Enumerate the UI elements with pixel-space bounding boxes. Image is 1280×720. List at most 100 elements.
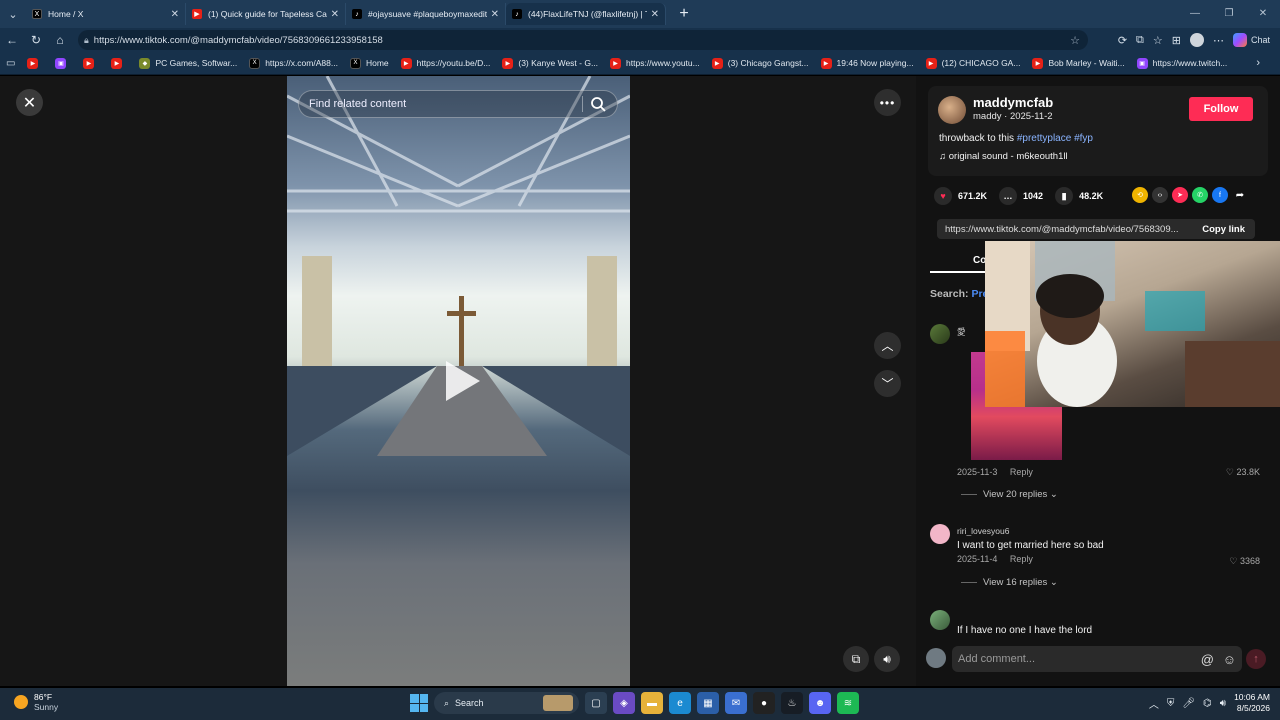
author-avatar[interactable] [938, 96, 966, 124]
copy-link-field[interactable]: https://www.tiktok.com/@maddymcfab/video… [937, 219, 1255, 239]
copilot-chat-button[interactable]: Chat [1232, 33, 1270, 47]
volume-icon[interactable]: 🔊︎ [874, 646, 900, 672]
music-link[interactable]: ♫ original sound - m6keouth1ll [939, 151, 1068, 162]
refresh-icon[interactable]: ↻ [24, 33, 48, 47]
repost-icon[interactable]: ⟲ [1132, 187, 1148, 203]
bookmark-item[interactable]: X Home [349, 57, 389, 69]
comment-avatar[interactable] [930, 324, 950, 344]
close-tab-icon[interactable]: ✕ [491, 9, 499, 20]
bookmark-item[interactable]: ▶ https://www.youtu... [610, 57, 700, 69]
miniplayer-icon[interactable]: ⧉ [843, 646, 869, 672]
spotify-icon[interactable]: ≋ [837, 692, 859, 714]
file-explorer-icon[interactable]: ▬ [641, 692, 663, 714]
steam-icon[interactable]: ♨ [781, 692, 803, 714]
taskbar-search[interactable]: ⌕ Search [434, 692, 579, 714]
related-search[interactable]: Search: Pre [930, 288, 988, 300]
extensions-icon[interactable]: ⟳ [1118, 34, 1127, 47]
profile-avatar[interactable] [1189, 33, 1204, 47]
tab-actions-menu-icon[interactable]: ⌄ [0, 0, 26, 28]
tab-youtube-guide[interactable]: ▶ (1) Quick guide for Tapeless Camcorder… [186, 3, 346, 25]
close-window-icon[interactable]: ✕ [1246, 0, 1280, 28]
bookmark-item[interactable]: ▶ Bob Marley - Waiti... [1032, 57, 1125, 69]
media-app-icon[interactable]: ● [753, 692, 775, 714]
favorite-star-icon[interactable]: ☆ [1070, 34, 1080, 47]
microphone-icon[interactable]: 🎤︎ [1182, 698, 1195, 709]
view-replies-button[interactable]: View 16 replies ⌄ [961, 577, 1058, 588]
comment-input[interactable]: Add comment... @ ☺ [952, 646, 1242, 672]
weather-widget[interactable]: 86°F Sunny [14, 692, 58, 712]
bookmark-item[interactable]: ▶ 19:46 Now playing... [820, 57, 914, 69]
bookmark-item[interactable]: ▣ [55, 57, 71, 69]
comment-avatar[interactable] [930, 610, 950, 630]
bookmark-item[interactable]: ▶ (12) CHICAGO GA... [925, 57, 1020, 69]
bookmark-item[interactable]: ▶ [111, 57, 127, 69]
reply-button[interactable]: Reply [1010, 554, 1033, 564]
view-replies-button[interactable]: View 20 replies ⌄ [961, 489, 1058, 500]
bookmark-reading-list[interactable]: ▭ [6, 58, 15, 69]
more-options-icon[interactable]: ••• [874, 89, 901, 116]
bookmark-item[interactable]: ▶ https://youtu.be/D... [400, 57, 490, 69]
comment-username[interactable]: 愛 [957, 326, 966, 338]
more-menu-icon[interactable]: ⋯ [1213, 34, 1224, 47]
show-hidden-icons[interactable]: ︿ [1149, 696, 1159, 711]
close-tab-icon[interactable]: ✕ [171, 9, 179, 20]
maximize-icon[interactable]: ❐ [1212, 0, 1246, 28]
whatsapp-icon[interactable]: ✆ [1192, 187, 1208, 203]
clock[interactable]: 10:06 AM 8/5/2026 [1234, 692, 1270, 714]
tab-home-x[interactable]: X Home / X ✕ [26, 3, 186, 25]
chevron-down-icon[interactable]: ﹀ [874, 370, 901, 397]
hashtag-link[interactable]: #fyp [1074, 133, 1093, 144]
favorites-icon[interactable]: ☆ [1153, 34, 1163, 47]
close-icon[interactable]: ✕ [16, 89, 43, 116]
volume-tray-icon[interactable]: 🔊︎ [1220, 698, 1226, 709]
security-icon[interactable]: ⛨ [1167, 698, 1175, 709]
close-tab-icon[interactable]: ✕ [651, 9, 659, 20]
collections-icon[interactable]: ⊞ [1172, 34, 1181, 47]
embed-icon[interactable]: ‹› [1152, 187, 1168, 203]
network-icon[interactable]: ⌬ [1203, 698, 1212, 709]
bookmark-item[interactable]: Xhttps://x.com/A88... [249, 57, 338, 69]
chevron-up-icon[interactable]: ︿ [874, 332, 901, 359]
share-arrow-icon[interactable]: ➦ [1232, 187, 1248, 203]
chevron-right-icon[interactable]: › [1256, 57, 1260, 69]
store-icon[interactable]: ▦ [697, 692, 719, 714]
copilot-app-icon[interactable]: ◈ [613, 692, 635, 714]
facebook-icon[interactable]: f [1212, 187, 1228, 203]
reply-button[interactable]: Reply [1010, 467, 1033, 477]
emoji-icon[interactable]: ☺ [1223, 652, 1236, 667]
bookmark-item[interactable]: ◆ PC Games, Softwar... [139, 57, 237, 69]
bookmark-item[interactable]: ▶ [27, 57, 43, 69]
new-tab-button[interactable]: + [674, 5, 694, 23]
search-icon[interactable] [589, 95, 607, 113]
like-button[interactable]: ♥ 671.2K [934, 187, 987, 205]
minimize-icon[interactable]: — [1178, 0, 1212, 28]
bookmark-item[interactable]: ▶ (3) Chicago Gangst... [711, 57, 809, 69]
windows-start-icon[interactable] [410, 694, 428, 712]
video-search-field[interactable]: Find related content [298, 90, 618, 118]
bookmark-item[interactable]: ▣ https://www.twitch... [1136, 57, 1227, 69]
edge-browser-icon[interactable]: e [669, 692, 691, 714]
back-icon[interactable]: ← [0, 33, 24, 47]
comment-avatar[interactable] [930, 524, 950, 544]
video-player[interactable]: Find related content [287, 76, 630, 686]
comment-like-button[interactable]: ♡ 3368 [1229, 556, 1260, 567]
split-screen-icon[interactable]: ⧉ [1136, 34, 1144, 47]
url-field[interactable]: 🔒︎ https://www.tiktok.com/@maddymcfab/vi… [78, 30, 1088, 50]
follow-button[interactable]: Follow [1189, 97, 1253, 121]
save-button[interactable]: ▮ 48.2K [1055, 187, 1103, 205]
send-icon[interactable]: ➤ [1172, 187, 1188, 203]
author-handle[interactable]: maddymcfab [973, 95, 1053, 110]
copy-link-button[interactable]: Copy link [1202, 224, 1245, 235]
outlook-icon[interactable]: ✉ [725, 692, 747, 714]
mention-icon[interactable]: @ [1201, 652, 1214, 667]
comment-username[interactable]: riri_lovesyou6 [957, 526, 1009, 536]
discord-icon[interactable]: ☻ [809, 692, 831, 714]
task-view-icon[interactable]: ▢ [585, 692, 607, 714]
comment-like-button[interactable]: ♡ 23.8K [1226, 467, 1260, 478]
comment-button[interactable]: … 1042 [999, 187, 1043, 205]
send-comment-icon[interactable]: ↑ [1246, 649, 1266, 669]
tab-tiktok-flaxlife[interactable]: ♪ (44)FlaxLifeTNJ (@flaxlifetnj) | TikTo… [506, 3, 666, 25]
play-icon[interactable] [442, 359, 482, 403]
close-tab-icon[interactable]: ✕ [331, 9, 339, 20]
bookmark-item[interactable]: ▶ (3) Kanye West - G... [502, 57, 598, 69]
